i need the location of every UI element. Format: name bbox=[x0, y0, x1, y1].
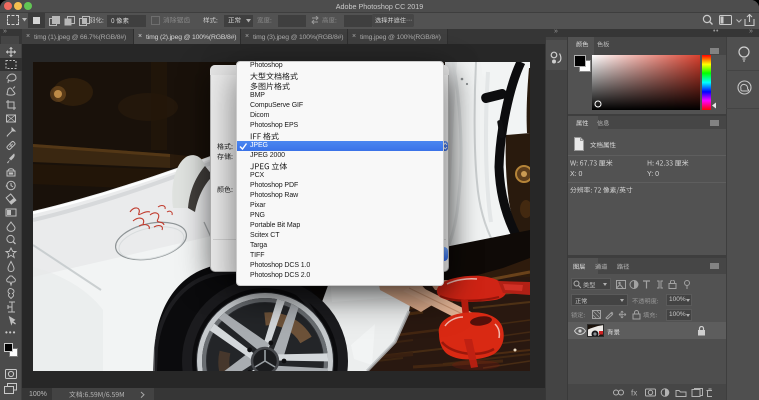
svg-text:fx: fx bbox=[631, 389, 637, 398]
